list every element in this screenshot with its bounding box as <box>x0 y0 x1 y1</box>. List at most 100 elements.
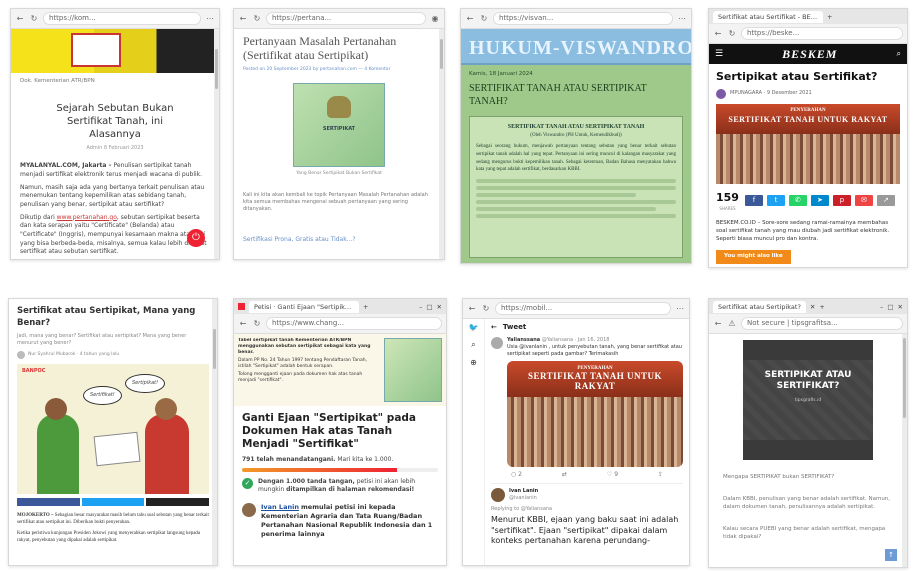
browser-toolbar: ← ⚠ Not secure | tipsgrafitsa... <box>709 314 907 334</box>
address-bar[interactable]: https://beske... <box>741 27 903 40</box>
person-right-figure <box>145 414 189 495</box>
snippet-text-1: Tabel sertipikat tanah Kementerian ATR/B… <box>238 338 371 356</box>
browser-toolbar: ← ↻ https://mobil... ⋯ <box>463 299 689 319</box>
user-handle: @Yaliansana · Jan 16, 2018 <box>541 337 610 343</box>
search-icon[interactable]: ⌕ <box>471 340 475 350</box>
article-title: Sejarah Sebutan Bukan Sertifikat Tanah, … <box>56 102 174 140</box>
screenshot-tile-4: Sertifikat atau Sertifikat - BESKEM + ← … <box>708 8 908 268</box>
browser-toolbar: ← ↻ https://visvan... ⋯ <box>461 9 691 29</box>
address-bar[interactable]: https://kom... <box>43 12 201 25</box>
twitter-share-icon[interactable]: t <box>766 195 785 207</box>
new-tab-icon[interactable]: + <box>363 303 368 311</box>
search-icon[interactable]: ⌕ <box>897 49 901 59</box>
goal-text-bold: Dengan 1.000 tanda tangan, <box>258 478 355 486</box>
scrollbar[interactable] <box>212 299 217 565</box>
starter-link[interactable]: Ivan Lanin <box>261 503 299 511</box>
garuda-emblem-icon <box>327 96 351 119</box>
paragraph-2: Kalau secara PUEBI yang benar adalah ser… <box>723 525 886 540</box>
site-title: HUKUM-VISWANDRO <box>469 37 692 59</box>
image-caption: Yang Benar Sertipikat Bukan Sertifikat <box>296 171 382 177</box>
post-title: SERTIFIKAT TANAH ATAU SERTIPIKAT TANAH? <box>469 83 647 107</box>
certificate-thumbnail <box>384 338 442 402</box>
like-icon[interactable]: ♡ 9 <box>607 471 618 478</box>
floating-action-button[interactable]: ⏻ <box>187 229 205 247</box>
tab-strip: Sertifikat atau Sertipikat? ✕ + – □ ✕ <box>709 299 907 314</box>
telegram-share-icon[interactable]: ➤ <box>810 195 829 207</box>
reload-icon[interactable]: ↻ <box>479 14 489 23</box>
back-icon[interactable]: ← <box>465 14 475 23</box>
back-icon[interactable]: ← <box>15 14 25 23</box>
site-header: ☰ BESKEM ⌕ <box>709 44 907 64</box>
certificate-label: SERTIPIKAT <box>322 126 356 133</box>
address-bar[interactable]: https://pertana... <box>266 12 426 25</box>
hamburger-icon[interactable]: ☰ <box>715 49 723 59</box>
paragraph-3: Dikutip dari <box>20 213 55 221</box>
browser-toolbar: ← ↻ https://beske... <box>709 24 907 44</box>
minimize-icon[interactable]: – <box>419 303 422 311</box>
new-tab-icon[interactable]: + <box>819 303 824 311</box>
address-bar[interactable]: https://www.chang... <box>266 317 442 330</box>
scroll-to-top-button[interactable]: ↑ <box>885 549 897 561</box>
reload-icon[interactable]: ↻ <box>727 29 737 38</box>
hero-image: PENYERAHAN SERTIFIKAT TANAH UNTUK RAKYAT <box>716 103 900 184</box>
scrollbar[interactable] <box>214 29 219 259</box>
source-link[interactable]: www.pertanahan.go <box>57 214 117 221</box>
back-arrow-icon[interactable]: ← <box>491 323 497 331</box>
other-share-icon[interactable] <box>146 498 210 507</box>
twitter-share-icon[interactable] <box>81 498 145 507</box>
close-icon[interactable]: ✕ <box>898 303 903 311</box>
more-share-icon[interactable]: ↗ <box>876 195 895 207</box>
email-share-icon[interactable]: ✉ <box>854 195 873 207</box>
address-bar[interactable]: https://mobil... <box>495 302 671 315</box>
reload-icon[interactable]: ↻ <box>252 319 262 328</box>
browser-toolbar: ← ↻ https://pertana... ◉ <box>234 9 444 29</box>
explore-icon[interactable]: ⊕ <box>470 358 477 367</box>
article-title: Pertanyaan Masalah Pertanahan (Sertifika… <box>243 34 397 63</box>
close-icon[interactable]: ✕ <box>437 303 442 311</box>
facebook-share-icon[interactable] <box>17 498 80 507</box>
petition-title: Ganti Ejaan "Sertipikat" pada Dokumen Ha… <box>242 412 417 451</box>
retweet-icon[interactable]: ⇄ <box>562 471 567 478</box>
profile-icon[interactable]: ◉ <box>430 14 440 23</box>
new-tab-icon[interactable]: + <box>827 13 832 21</box>
scrollbar[interactable] <box>439 29 444 259</box>
browser-tab[interactable]: Sertifikat atau Sertifikat - BESKEM <box>713 10 823 23</box>
post-box: SERTIFIKAT TANAH ATAU SERTIPIKAT TANAH (… <box>469 116 683 258</box>
back-icon[interactable]: ← <box>238 14 248 23</box>
scrollbar[interactable] <box>902 334 907 567</box>
box-title: SERTIFIKAT TANAH ATAU SERTIPIKAT TANAH <box>507 124 645 130</box>
menu-icon[interactable]: ⋯ <box>677 14 687 23</box>
illustration-logo: BANPOC <box>22 368 46 375</box>
address-bar[interactable]: Not secure | tipsgrafitsa... <box>741 317 903 330</box>
pinterest-share-icon[interactable]: p <box>832 195 851 207</box>
browser-tab[interactable]: Petisi · Ganti Ejaan "Sertipikat" p <box>249 300 359 313</box>
address-bar[interactable]: https://visvan... <box>493 12 673 25</box>
reload-icon[interactable]: ↻ <box>252 14 262 23</box>
browser-tab[interactable]: Sertifikat atau Sertipikat? <box>713 300 806 313</box>
back-icon[interactable]: ← <box>713 319 723 328</box>
back-icon[interactable]: ← <box>467 304 477 313</box>
facebook-share-icon[interactable]: f <box>744 195 763 207</box>
back-icon[interactable]: ← <box>238 319 248 328</box>
reload-icon[interactable]: ↻ <box>29 14 39 23</box>
back-icon[interactable]: ← <box>713 29 723 38</box>
minimize-icon[interactable]: – <box>880 303 883 311</box>
article-meta: Posted on 20 September 2023 by pertanaha… <box>243 66 391 72</box>
user-avatar <box>491 337 503 349</box>
related-link[interactable]: Sertifikasi Prona, Gratis atau Tidak...? <box>243 236 435 245</box>
tab-strip: Sertifikat atau Sertifikat - BESKEM + <box>709 9 907 24</box>
menu-icon[interactable]: ⋯ <box>675 304 685 313</box>
close-tab-icon[interactable]: ✕ <box>810 303 815 311</box>
menu-icon[interactable]: ⋯ <box>205 14 215 23</box>
twitter-bird-icon[interactable]: 🐦 <box>469 323 479 332</box>
reload-icon[interactable]: ↻ <box>481 304 491 313</box>
share-icon[interactable]: ⇪ <box>658 471 663 478</box>
maximize-icon[interactable]: □ <box>887 303 893 311</box>
article-subtitle: Jadi, mana yang benar? Sertifikat atau s… <box>17 332 187 346</box>
screenshot-tile-8: Sertifikat atau Sertipikat? ✕ + – □ ✕ ← … <box>708 298 908 568</box>
reply-icon[interactable]: ○ 2 <box>511 471 522 478</box>
related-button[interactable]: You might also like <box>716 249 791 264</box>
banner-top-text: PENYERAHAN <box>790 107 826 113</box>
maximize-icon[interactable]: □ <box>426 303 432 311</box>
whatsapp-share-icon[interactable]: ✆ <box>788 195 807 207</box>
